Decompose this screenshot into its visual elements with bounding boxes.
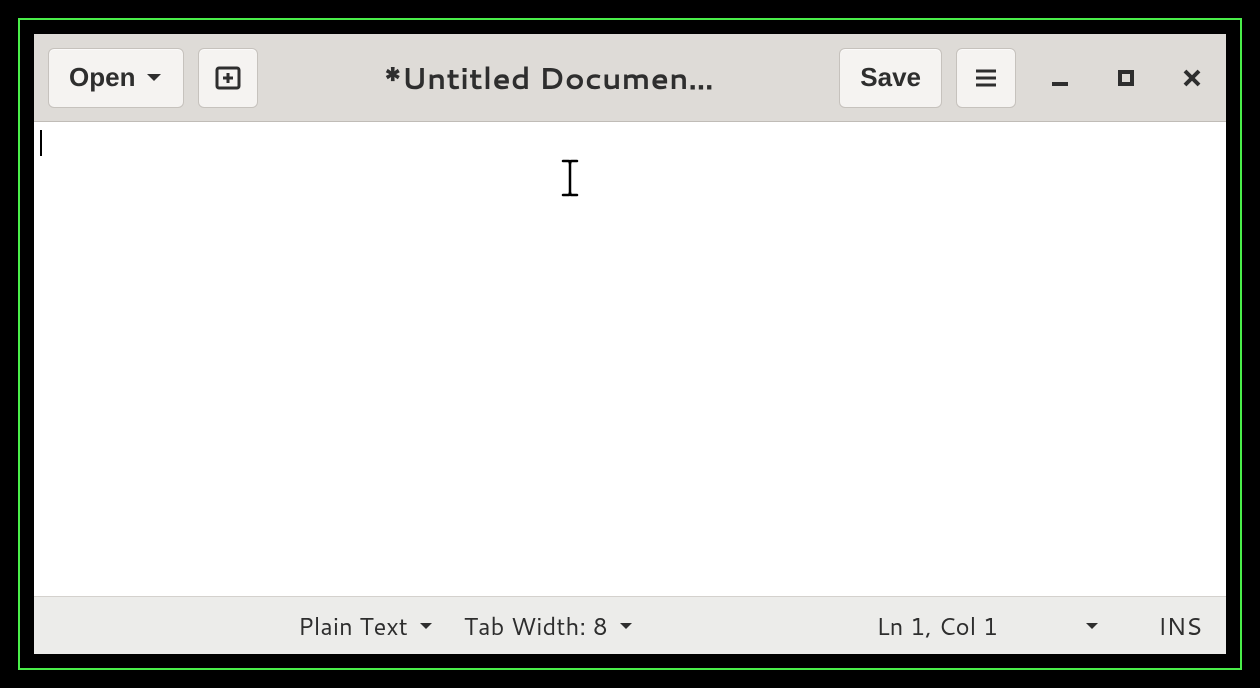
- cursor-position-label: Ln 1, Col 1: [876, 609, 998, 643]
- hamburger-icon: [974, 68, 998, 88]
- cursor-position-indicator[interactable]: Ln 1, Col 1: [876, 609, 998, 643]
- open-button[interactable]: Open: [48, 48, 184, 108]
- tab-width-selector[interactable]: Tab Width: 8: [464, 609, 634, 643]
- insert-mode-label: INS: [1158, 609, 1202, 643]
- chevron-down-icon: [1084, 621, 1100, 631]
- open-button-label: Open: [69, 62, 135, 93]
- syntax-mode-selector[interactable]: Plain Text: [298, 609, 434, 643]
- new-tab-icon: [213, 63, 243, 93]
- maximize-icon: [1115, 67, 1137, 89]
- save-button[interactable]: Save: [839, 48, 942, 108]
- save-button-label: Save: [860, 62, 921, 93]
- text-caret: [40, 130, 42, 156]
- editor-window: Open *Untitled Documen… Save: [34, 34, 1226, 654]
- close-button[interactable]: [1172, 58, 1212, 98]
- status-bar: Plain Text Tab Width: 8 Ln 1, Col 1 INS: [34, 596, 1226, 654]
- chevron-down-icon: [618, 621, 634, 631]
- close-icon: [1181, 67, 1203, 89]
- tab-width-label: Tab Width: 8: [464, 609, 608, 643]
- syntax-mode-label: Plain Text: [298, 609, 408, 643]
- chevron-down-icon: [418, 621, 434, 631]
- text-editor-area[interactable]: [34, 122, 1226, 596]
- maximize-button[interactable]: [1106, 58, 1146, 98]
- line-ending-selector[interactable]: [1084, 621, 1100, 631]
- window-controls: [1040, 58, 1212, 98]
- ibeam-cursor-icon: [560, 158, 580, 198]
- new-tab-button[interactable]: [198, 48, 258, 108]
- minimize-icon: [1049, 67, 1071, 89]
- insert-mode-indicator[interactable]: INS: [1158, 609, 1202, 643]
- header-bar: Open *Untitled Documen… Save: [34, 34, 1226, 122]
- document-title: *Untitled Documen…: [272, 56, 825, 99]
- chevron-down-icon: [145, 72, 163, 84]
- hamburger-menu-button[interactable]: [956, 48, 1016, 108]
- minimize-button[interactable]: [1040, 58, 1080, 98]
